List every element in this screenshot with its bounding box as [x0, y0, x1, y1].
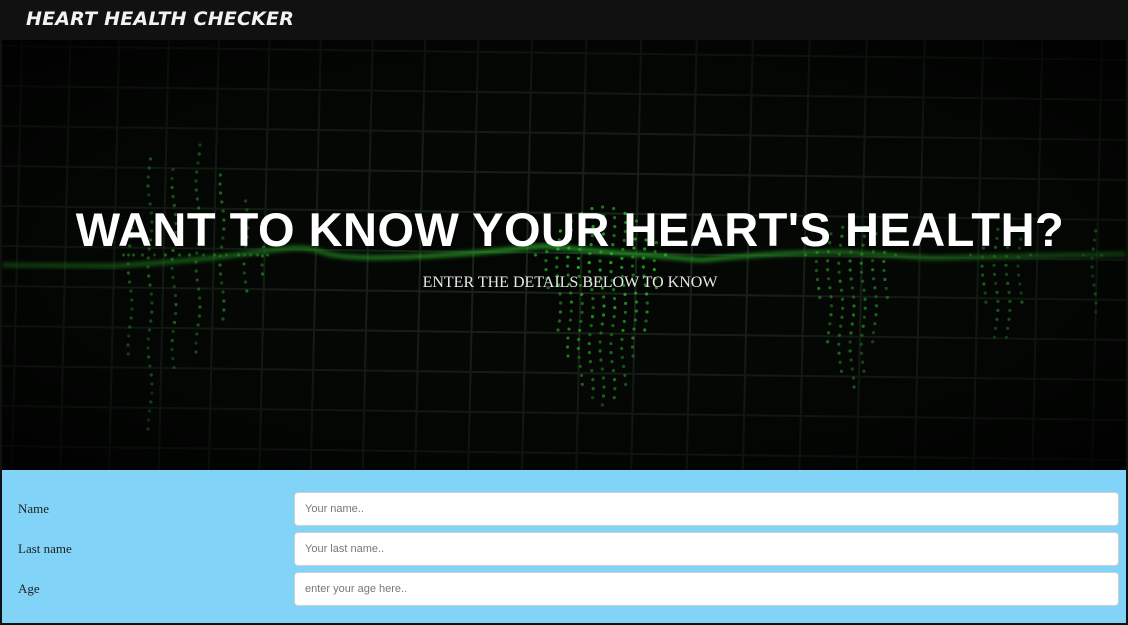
hero-subtitle: ENTER THE DETAILS BELOW TO KNOW [2, 274, 1126, 292]
name-input[interactable] [294, 492, 1119, 526]
hero-title: WANT TO KNOW YOUR HEART'S HEALTH? [2, 202, 1126, 257]
age-input[interactable] [294, 572, 1119, 606]
navbar: HEART HEALTH CHECKER [2, 2, 1126, 40]
last-name-row: Last name [2, 532, 1126, 566]
last-name-input[interactable] [294, 532, 1119, 566]
name-label: Name [18, 501, 49, 517]
details-form: Name Last name Age [2, 470, 1126, 625]
brand-logo[interactable]: HEART HEALTH CHECKER [26, 8, 294, 30]
age-row: Age [2, 572, 1126, 606]
age-label: Age [18, 581, 40, 597]
hero-section: WANT TO KNOW YOUR HEART'S HEALTH? ENTER … [2, 40, 1126, 470]
page-frame: HEART HEALTH CHECKER WANT TO KNOW YOUR H… [0, 0, 1128, 625]
name-row: Name [2, 492, 1126, 526]
last-name-label: Last name [18, 541, 72, 557]
